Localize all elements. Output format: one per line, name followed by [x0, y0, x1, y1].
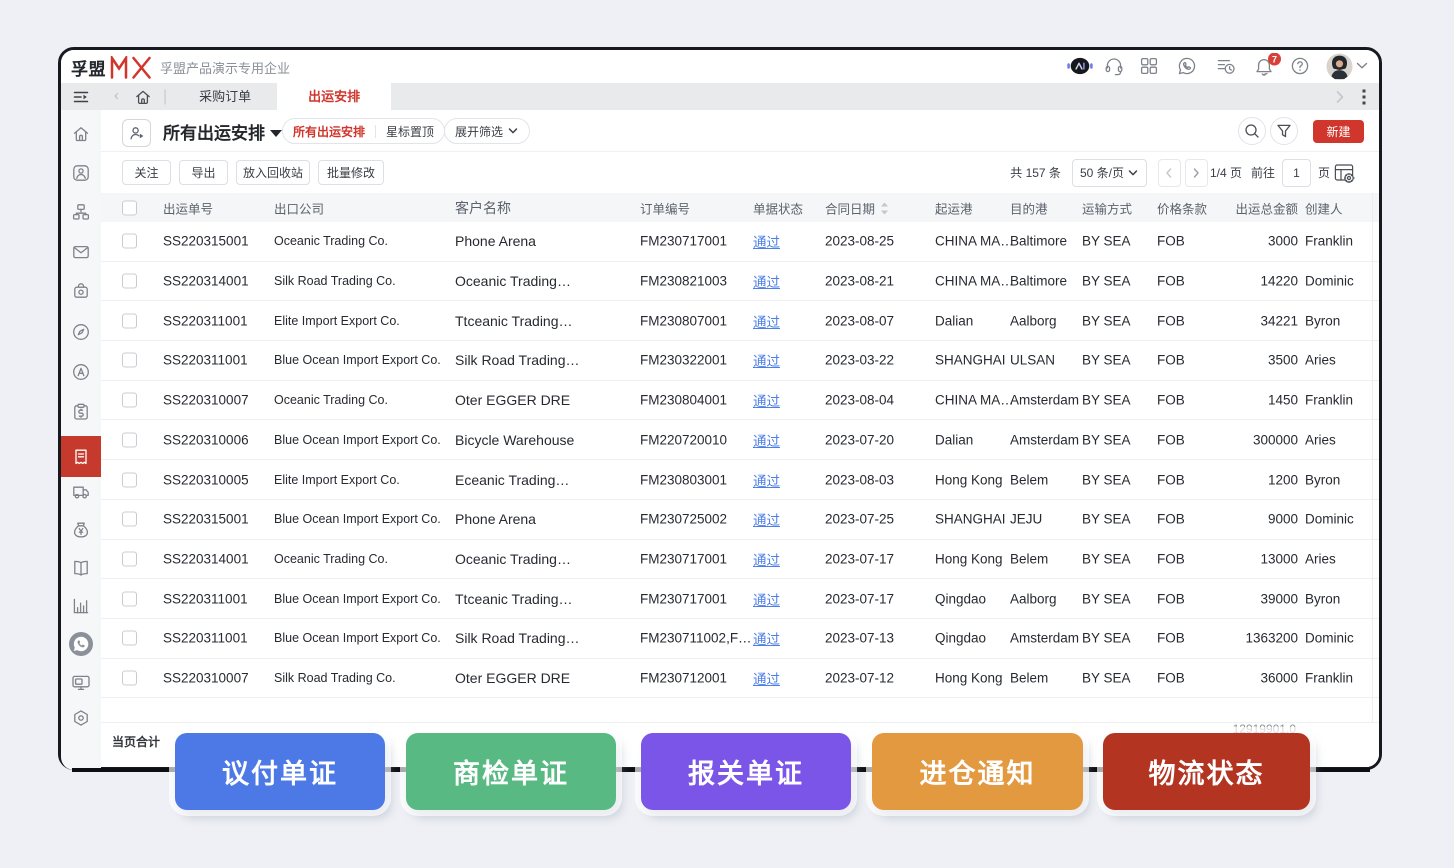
svg-text:7: 7 [1272, 54, 1277, 64]
